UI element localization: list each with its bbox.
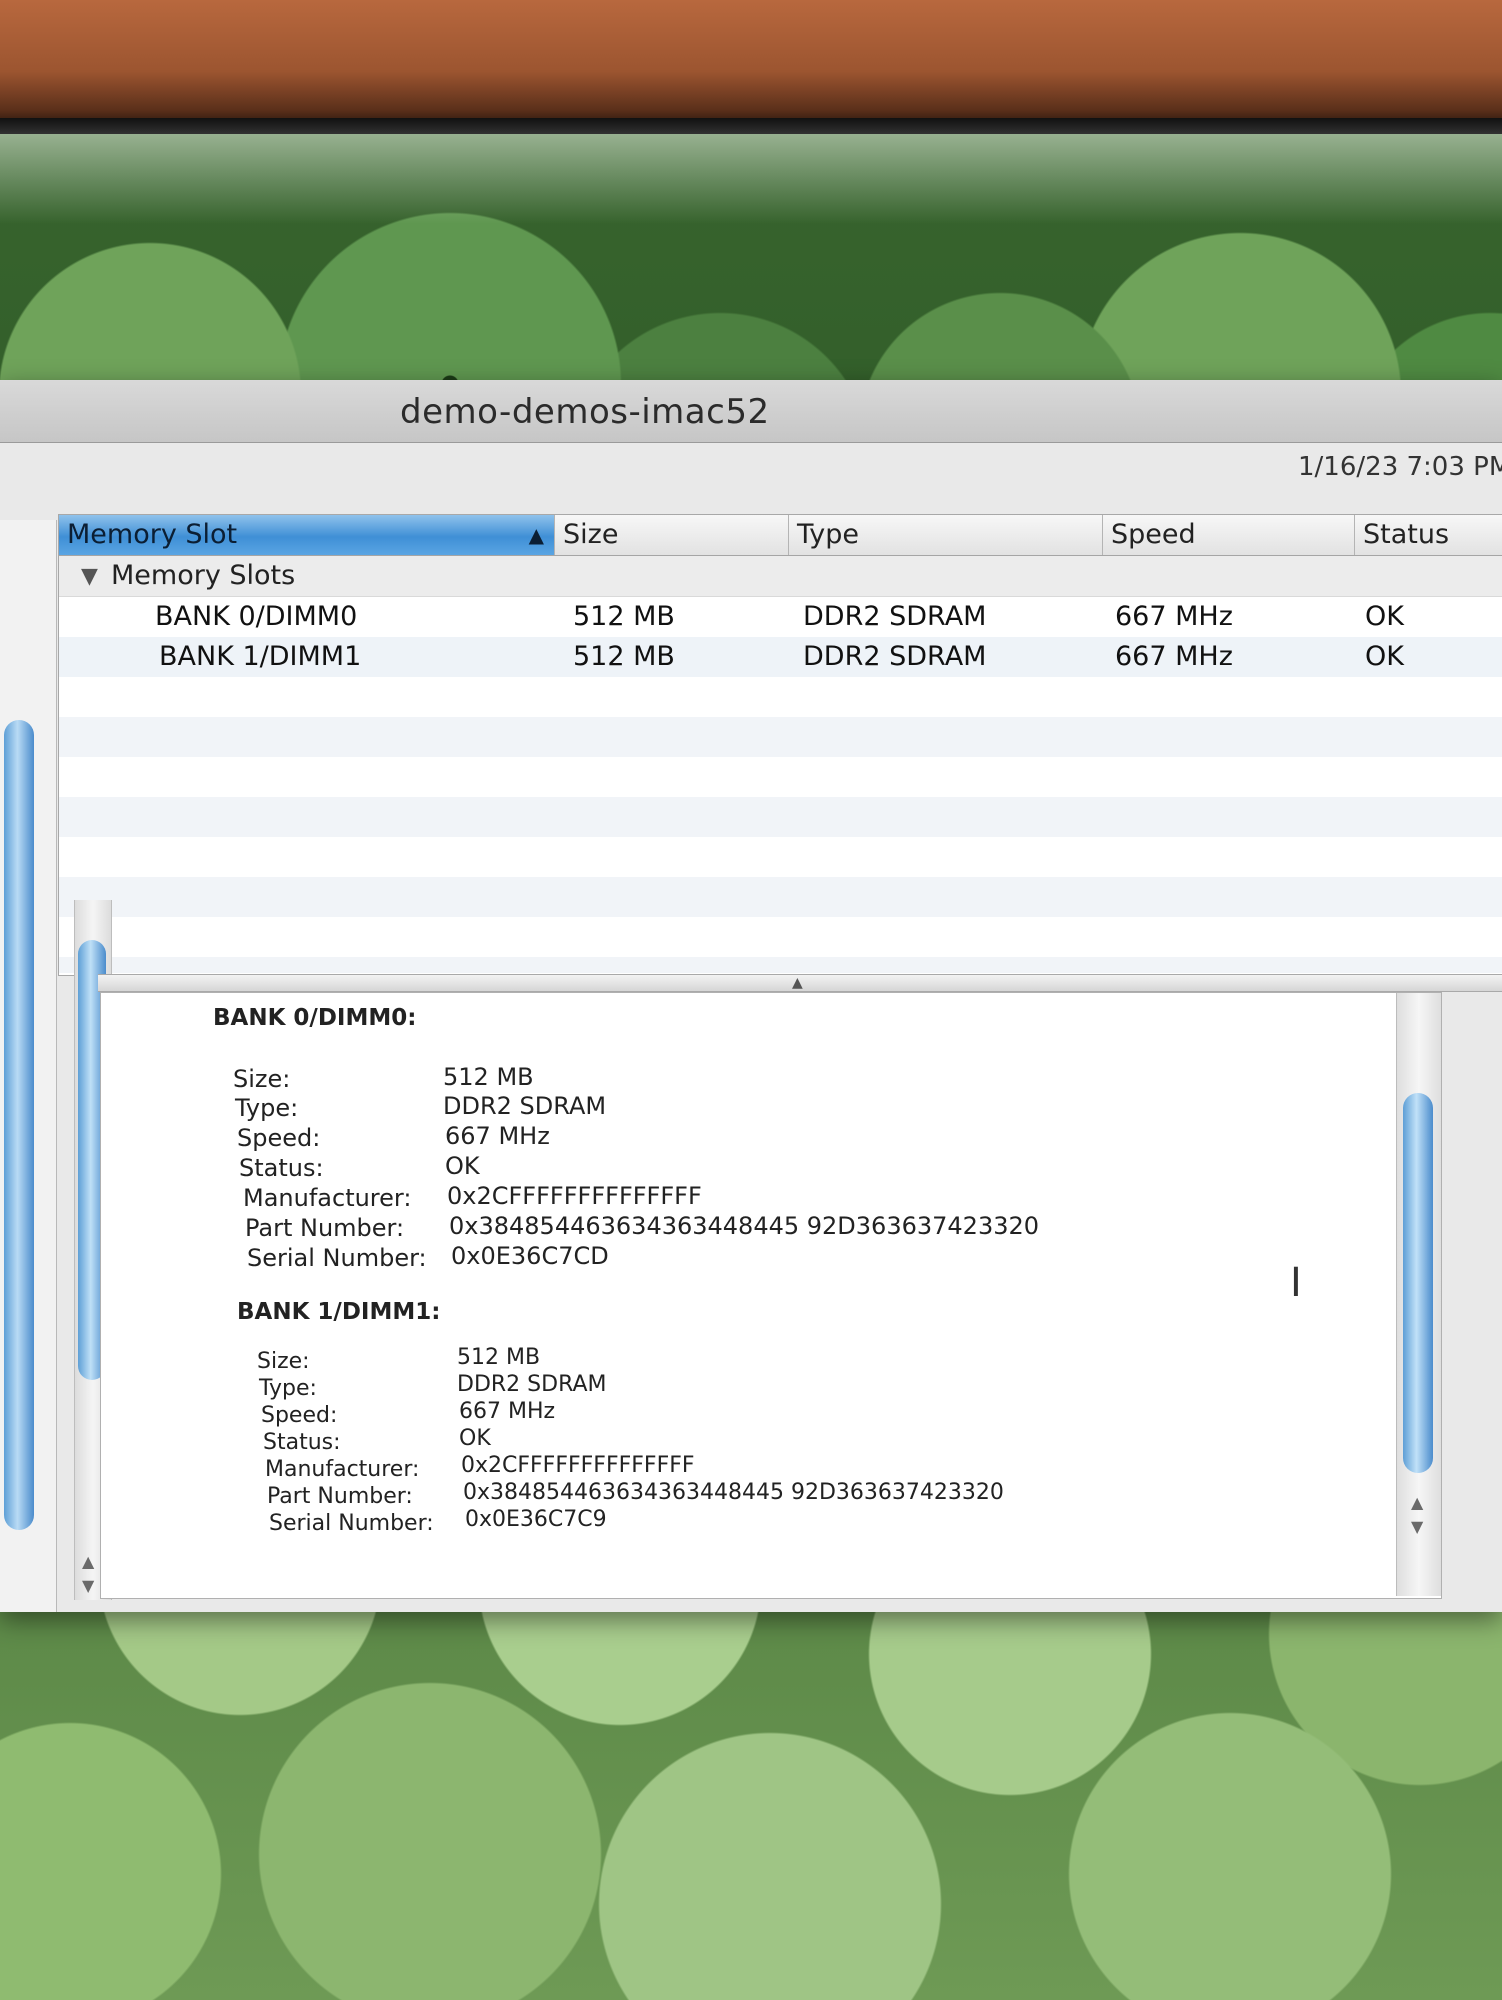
detail-value: DDR2 SDRAM	[457, 1372, 607, 1397]
detail-value: OK	[445, 1152, 480, 1180]
detail-label: Part Number:	[245, 1214, 405, 1242]
detail-label: Status:	[239, 1154, 324, 1182]
table-header: Memory Slot ▲ Size Type Speed Status	[59, 515, 1502, 556]
scroll-down-arrow-icon[interactable]: ▼	[1411, 1517, 1423, 1536]
detail-label: Serial Number:	[247, 1244, 427, 1272]
report-timestamp: 1/16/23 7:03 PM	[1298, 452, 1502, 482]
column-header-label: Type	[797, 519, 860, 550]
cell-type: DDR2 SDRAM	[803, 601, 987, 632]
column-header-size[interactable]: Size	[555, 515, 789, 555]
table-row[interactable]: BANK 1/DIMM1 512 MB DDR2 SDRAM 667 MHz O…	[59, 637, 1502, 677]
cell-speed: 667 MHz	[1115, 601, 1233, 632]
column-header-label: Size	[563, 519, 619, 550]
scroll-up-arrow-icon[interactable]: ▲	[1411, 1493, 1423, 1512]
group-label: Memory Slots	[111, 560, 296, 591]
detail-label: Manufacturer:	[243, 1184, 412, 1212]
scroll-down-arrow-icon[interactable]: ▼	[82, 1576, 94, 1595]
detail-value: OK	[459, 1426, 491, 1451]
column-header-label: Speed	[1111, 519, 1196, 550]
detail-value: 0x0E36C7CD	[451, 1242, 609, 1270]
column-header-memory-slot[interactable]: Memory Slot ▲	[59, 515, 555, 555]
cell-status: OK	[1365, 601, 1404, 632]
detail-label: Size:	[257, 1349, 310, 1374]
detail-value: 0x2CFFFFFFFFFFFFFF	[461, 1453, 695, 1478]
text-cursor-icon: I	[1290, 1260, 1302, 1306]
detail-value: 667 MHz	[459, 1399, 556, 1424]
detail-value: 0x384854463634363448445 92D363637423320	[463, 1480, 1004, 1505]
column-header-speed[interactable]: Speed	[1103, 515, 1355, 555]
detail-label: Speed:	[237, 1124, 321, 1152]
window-title: demo-demos-imac52	[400, 392, 770, 432]
scroll-up-arrow-icon[interactable]: ▲	[82, 1552, 94, 1571]
column-header-label: Memory Slot	[67, 519, 238, 550]
contents-sidebar[interactable]	[0, 520, 57, 1612]
cell-status: OK	[1365, 641, 1404, 672]
detail-value: DDR2 SDRAM	[443, 1092, 607, 1120]
detail-value: 0x0E36C7C9	[465, 1507, 607, 1532]
column-header-label: Status	[1363, 519, 1450, 550]
detail-value: 0x2CFFFFFFFFFFFFFF	[447, 1182, 702, 1210]
monitor-bezel	[0, 0, 1502, 130]
desktop-glare	[0, 134, 1502, 224]
sort-ascending-icon: ▲	[528, 523, 544, 547]
detail-scrollbar-thumb[interactable]	[1403, 1093, 1433, 1473]
splitter-handle-icon: ▲	[792, 975, 803, 991]
cell-slot: BANK 1/DIMM1	[159, 641, 362, 672]
group-row-memory-slots[interactable]: ▼ Memory Slots	[59, 556, 1502, 597]
detail-label: Part Number:	[267, 1484, 413, 1509]
bank-0-title: BANK 0/DIMM0:	[213, 1005, 417, 1031]
disclosure-triangle-icon[interactable]: ▼	[81, 564, 98, 589]
detail-label: Status:	[263, 1430, 341, 1455]
table-row[interactable]: BANK 0/DIMM0 512 MB DDR2 SDRAM 667 MHz O…	[59, 597, 1502, 637]
detail-label: Type:	[235, 1094, 299, 1122]
memory-detail-pane[interactable]: BANK 0/DIMM0: Size: 512 MB Type: DDR2 SD…	[100, 992, 1442, 1599]
cell-slot: BANK 0/DIMM0	[155, 601, 358, 632]
detail-label: Type:	[259, 1376, 317, 1401]
system-profiler-window: demo-demos-imac52 1/16/23 7:03 PM Memory…	[0, 380, 1502, 1612]
window-titlebar[interactable]: demo-demos-imac52	[0, 380, 1502, 443]
detail-value: 512 MB	[457, 1345, 541, 1370]
cell-speed: 667 MHz	[1115, 641, 1233, 672]
detail-value: 512 MB	[443, 1063, 534, 1091]
cell-size: 512 MB	[573, 641, 675, 672]
sidebar-scrollbar-thumb[interactable]	[4, 720, 34, 1530]
column-header-status[interactable]: Status	[1355, 515, 1502, 555]
column-header-type[interactable]: Type	[789, 515, 1103, 555]
detail-value: 667 MHz	[445, 1122, 550, 1150]
bank-1-title: BANK 1/DIMM1:	[237, 1299, 441, 1325]
detail-label: Serial Number:	[269, 1511, 434, 1536]
memory-slots-table: Memory Slot ▲ Size Type Speed Status ▼ M…	[58, 514, 1502, 976]
cell-size: 512 MB	[573, 601, 675, 632]
detail-label: Speed:	[261, 1403, 338, 1428]
detail-value: 0x384854463634363448445 92D363637423320	[449, 1212, 1040, 1240]
detail-label: Size:	[233, 1065, 291, 1093]
pane-splitter[interactable]: ▲	[98, 974, 1502, 992]
cell-type: DDR2 SDRAM	[803, 641, 987, 672]
detail-label: Manufacturer:	[265, 1457, 420, 1482]
table-empty-rows	[59, 677, 1502, 973]
